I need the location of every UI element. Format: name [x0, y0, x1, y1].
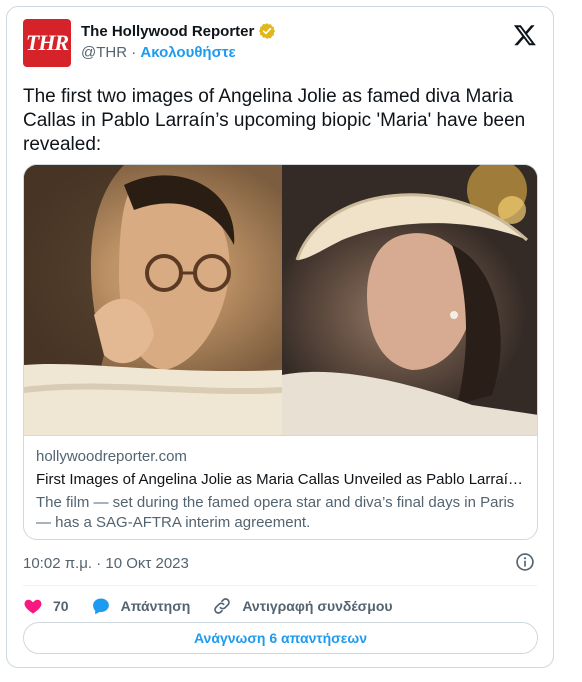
account-handle[interactable]: @THR [81, 44, 127, 61]
heart-icon [24, 599, 42, 614]
account-name[interactable]: The Hollywood Reporter [81, 23, 254, 40]
like-count: 70 [53, 598, 69, 614]
reply-label: Απάντηση [120, 598, 191, 614]
link-icon [214, 598, 231, 614]
divider [23, 585, 537, 586]
photo-right[interactable] [282, 165, 537, 435]
photo-left-illustration [24, 165, 282, 435]
tweet-card: THR The Hollywood Reporter @THR · Ακολου… [6, 6, 554, 668]
copy-link-button[interactable]: Αντιγραφή συνδέσμου [212, 596, 393, 616]
verified-badge-icon [259, 23, 276, 39]
tweet-header: THR The Hollywood Reporter @THR · Ακολου… [23, 19, 537, 75]
read-replies-button[interactable]: Ανάγνωση 6 απαντήσεων [23, 622, 538, 654]
separator: · [131, 44, 137, 61]
link-title: First Images of Angelina Jolie as Maria … [36, 471, 528, 488]
photo-right-illustration [282, 165, 537, 435]
account-name-row: The Hollywood Reporter [81, 22, 276, 40]
handle-row: @THR · Ακολουθήστε [81, 44, 236, 61]
action-bar: 70 Απάντηση Αντιγραφή συνδέσμου [23, 591, 415, 621]
reply-bubble-icon [92, 598, 109, 615]
copy-link-label: Αντιγραφή συνδέσμου [242, 598, 393, 614]
like-button[interactable]: 70 [23, 596, 69, 616]
link-domain: hollywoodreporter.com [36, 448, 187, 465]
x-logo-icon[interactable] [513, 23, 537, 47]
photo-left[interactable] [24, 165, 282, 435]
account-avatar[interactable]: THR [23, 19, 71, 67]
reply-button[interactable]: Απάντηση [91, 596, 191, 616]
link-info[interactable]: hollywoodreporter.com First Images of An… [24, 435, 537, 539]
tweet-text: The first two images of Angelina Jolie a… [23, 86, 526, 155]
link-card[interactable]: hollywoodreporter.com First Images of An… [23, 164, 538, 540]
info-icon[interactable] [515, 552, 535, 572]
follow-button[interactable]: Ακολουθήστε [140, 44, 235, 61]
tweet-timestamp[interactable]: 10:02 π.μ. · 10 Οκτ 2023 [23, 555, 189, 572]
media-images [24, 165, 537, 435]
link-description: The film — set during the famed opera st… [36, 494, 515, 531]
